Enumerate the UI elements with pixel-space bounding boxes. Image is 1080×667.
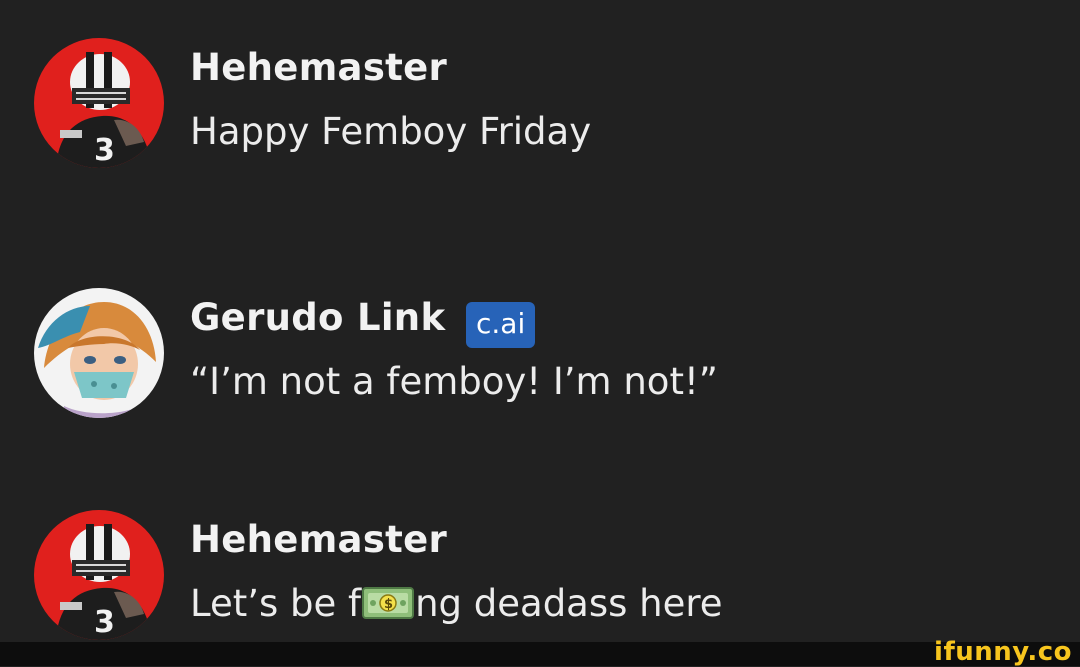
gerudo-link-avatar-icon[interactable]	[34, 288, 164, 418]
svg-text:3: 3	[94, 605, 115, 640]
chat-feed: 3 Hehemaster Happy Femboy Friday Gerudo …	[0, 0, 1080, 666]
chat-message: 3 Hehemaster Happy Femboy Friday	[34, 38, 1034, 170]
ifunny-watermark: ifunny.co	[934, 637, 1072, 667]
author-name[interactable]: Hehemaster	[190, 518, 447, 561]
message-text-start: Let’s be f	[190, 582, 362, 625]
football-player-avatar-icon[interactable]: 3	[34, 38, 164, 168]
bottom-bar	[0, 642, 1080, 666]
author-name[interactable]: Hehemaster	[190, 46, 447, 89]
money-bill-emoji: $	[362, 584, 415, 622]
message-text-end: ng deadass here	[415, 582, 723, 625]
football-player-avatar-icon[interactable]: 3	[34, 510, 164, 640]
svg-text:$: $	[384, 597, 393, 612]
author-name[interactable]: Gerudo Link	[190, 296, 445, 339]
chat-message: 3 Hehemaster Let’s be f $ ng deadass her…	[34, 510, 1034, 642]
chat-message: Gerudo Link c.ai “I’m not a femboy! I’m …	[34, 288, 1034, 420]
cai-badge: c.ai	[466, 302, 536, 348]
message-text: Let’s be f $ ng deadass here	[190, 582, 723, 625]
message-text: Happy Femboy Friday	[190, 110, 592, 153]
message-text: “I’m not a femboy! I’m not!”	[190, 360, 718, 403]
svg-text:3: 3	[94, 133, 115, 168]
